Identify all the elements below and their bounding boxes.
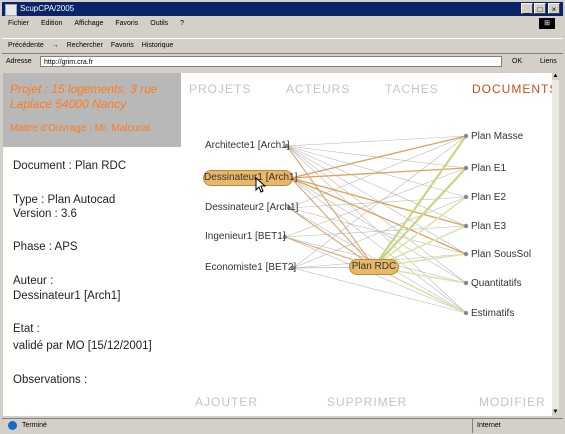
author-value: Dessinateur1 [Arch1] xyxy=(13,290,121,302)
security-zone: Internet xyxy=(472,419,565,433)
menu-bar: Fichier Edition Affichage Favoris Outils… xyxy=(2,17,563,30)
status-bar: Terminé Internet xyxy=(2,418,563,433)
doc-label-plan-e1[interactable]: Plan E1 xyxy=(471,163,506,174)
minimize-button[interactable]: _ xyxy=(521,3,533,14)
document-name: Document : Plan RDC xyxy=(13,160,127,172)
address-bar: Adresse http://grim.cra.fr OK Liens xyxy=(2,55,563,69)
doc-label-quantitatifs[interactable]: Quantitatifs xyxy=(471,278,522,289)
graph-edge xyxy=(284,167,467,238)
toolbar: Précédente → Rechercher Favoris Historiq… xyxy=(2,38,563,54)
ie-icon xyxy=(8,421,17,430)
mouse-cursor-icon xyxy=(255,177,267,193)
close-button[interactable]: × xyxy=(548,3,560,14)
graph-panel: PROJETS ACTEURS TACHES DOCUMENTS Archite… xyxy=(183,73,557,416)
window-title: ScupCPA/2005 xyxy=(20,4,75,13)
edit-button[interactable]: MODIFIER xyxy=(479,395,546,409)
project-title: Projet : 15 logements, 3 rue Laplace 540… xyxy=(10,82,158,111)
document-node-dot xyxy=(463,280,469,286)
graph-edge xyxy=(284,225,467,238)
browser-window: ScupCPA/2005 _ □ × Fichier Edition Affic… xyxy=(0,0,565,434)
graph-edge xyxy=(290,177,375,268)
add-button[interactable]: AJOUTER xyxy=(195,395,258,409)
observations-label: Observations : xyxy=(13,374,88,386)
status-text: Terminé xyxy=(22,422,47,429)
graph-edge xyxy=(284,236,467,314)
menu-edit[interactable]: Edition xyxy=(41,20,62,27)
document-node-dot xyxy=(463,133,469,139)
document-type: Type : Plan Autocad xyxy=(13,194,116,206)
graph-edge xyxy=(373,167,467,268)
scroll-down-icon[interactable]: ▼ xyxy=(552,409,559,416)
app-icon xyxy=(5,4,17,16)
doc-label-estimatifs[interactable]: Estimatifs xyxy=(471,308,514,319)
back-button[interactable]: Précédente xyxy=(8,42,44,49)
address-input[interactable]: http://grim.cra.fr xyxy=(40,56,502,67)
go-button[interactable]: OK xyxy=(512,55,522,69)
windows-logo-icon: ⊞ xyxy=(539,18,555,29)
favorites-button[interactable]: Favoris xyxy=(111,42,134,49)
document-node-plan-rdc[interactable]: Plan RDC xyxy=(349,259,399,275)
state-value: validé par MO [15/12/2001] xyxy=(13,340,152,352)
remove-button[interactable]: SUPPRIMER xyxy=(327,395,407,409)
document-node-dot xyxy=(463,165,469,171)
document-node-dot xyxy=(463,251,469,257)
menu-file[interactable]: Fichier xyxy=(8,20,29,27)
menu-view[interactable]: Affichage xyxy=(74,20,103,27)
doc-label-plan-e2[interactable]: Plan E2 xyxy=(471,192,506,203)
graph-edge xyxy=(286,145,467,198)
scroll-up-icon[interactable]: ▲ xyxy=(552,73,559,80)
document-info-panel: Projet : 15 logements, 3 rue Laplace 540… xyxy=(3,73,181,416)
actor-label-architecte1[interactable]: Architecte1 [Arch1] xyxy=(205,140,289,151)
page-content: Projet : 15 logements, 3 rue Laplace 540… xyxy=(3,73,559,416)
project-owner: Maitre d'Ouvrage : Mr. Malcurat xyxy=(10,123,150,134)
document-phase: Phase : APS xyxy=(13,241,78,253)
doc-label-plan-soussol[interactable]: Plan SousSol xyxy=(471,249,531,260)
graph-edge xyxy=(290,177,467,227)
maximize-button[interactable]: □ xyxy=(534,3,546,14)
doc-label-plan-e3[interactable]: Plan E3 xyxy=(471,221,506,232)
author-label: Auteur : xyxy=(13,275,54,287)
forward-button[interactable]: → xyxy=(52,42,59,49)
menu-help[interactable]: ? xyxy=(180,20,184,27)
graph-edge xyxy=(288,196,467,209)
document-version: Version : 3.6 xyxy=(13,208,77,220)
document-node-dot xyxy=(463,223,469,229)
menu-tools[interactable]: Outils xyxy=(150,20,168,27)
links-button[interactable]: Liens xyxy=(540,55,557,69)
actor-label-ingenieur1[interactable]: Ingenieur1 [BET1] xyxy=(205,231,286,242)
state-label: Etat : xyxy=(13,323,40,335)
doc-label-plan-masse[interactable]: Plan Masse xyxy=(471,131,523,142)
vertical-scrollbar[interactable]: ▲ ▼ xyxy=(552,73,559,416)
title-bar: ScupCPA/2005 _ □ × xyxy=(2,2,563,16)
actor-node-dessinateur1[interactable]: Dessinateur1 [Arch1] xyxy=(203,170,297,186)
search-button[interactable]: Rechercher xyxy=(67,42,103,49)
history-button[interactable]: Historique xyxy=(142,42,174,49)
actor-label-dessinateur2[interactable]: Dessinateur2 [Arch1] xyxy=(205,202,298,213)
project-header: Projet : 15 logements, 3 rue Laplace 540… xyxy=(3,73,181,147)
menu-favorites[interactable]: Favoris xyxy=(115,20,138,27)
graph-edge xyxy=(286,135,467,147)
document-node-dot xyxy=(463,194,469,200)
document-node-dot xyxy=(463,310,469,316)
address-label: Adresse xyxy=(6,58,32,65)
actor-label-economiste1[interactable]: Economiste1 [BET2] xyxy=(205,262,296,273)
